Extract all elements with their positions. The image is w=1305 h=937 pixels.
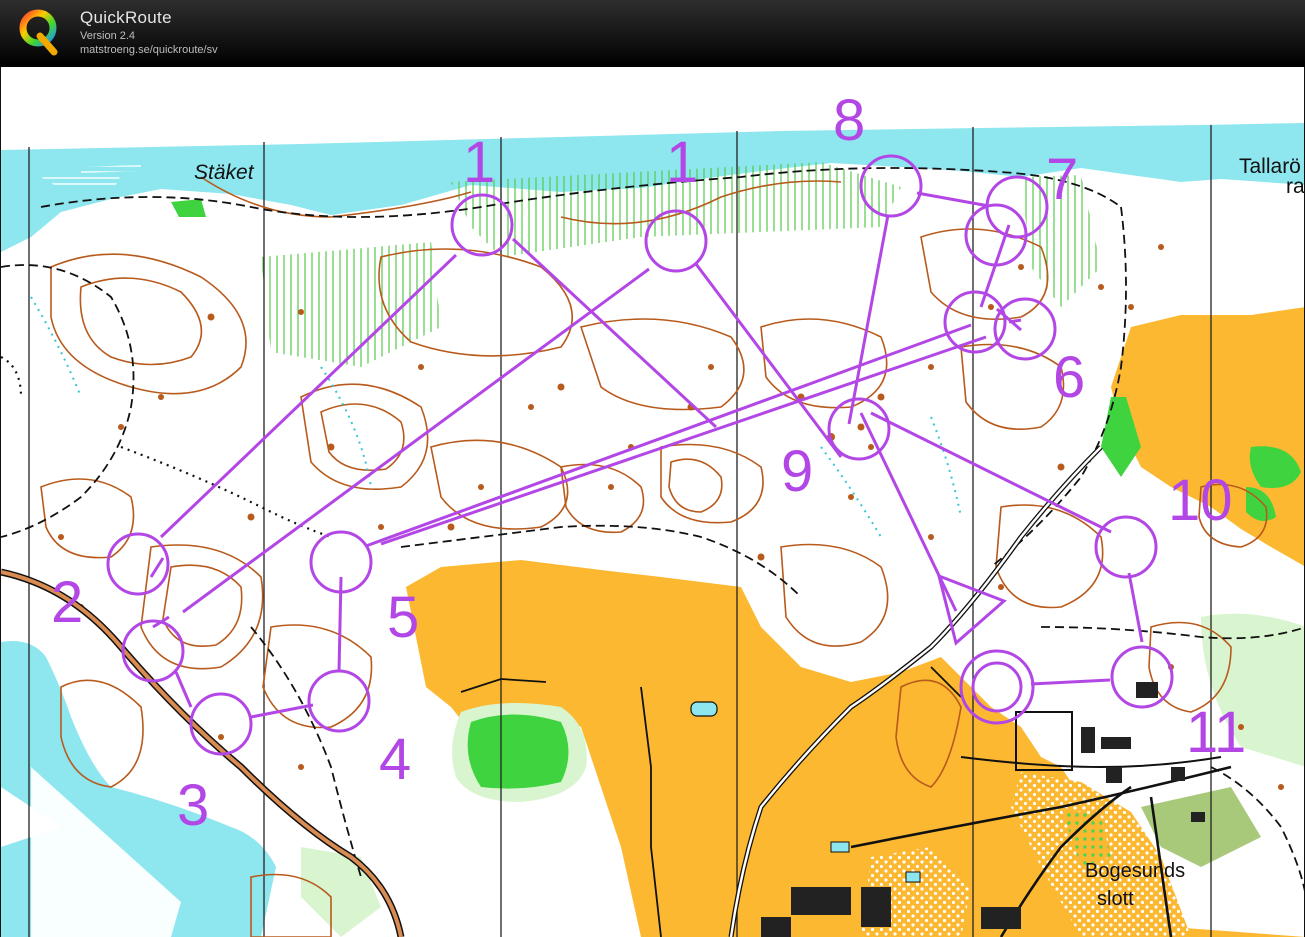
control-circle (189, 692, 253, 756)
finish-circle-inner (971, 661, 1023, 713)
start-triangle (936, 573, 1007, 646)
control-number: 7 (1046, 147, 1078, 212)
control-circle (1094, 515, 1158, 579)
control-number: 1 (463, 130, 495, 195)
control-number: 10 (1168, 468, 1233, 533)
control-number: 5 (387, 585, 419, 650)
app-header: QuickRoute Version 2.4 matstroeng.se/qui… (0, 0, 1305, 67)
control-circle (964, 203, 1028, 267)
control-number: 9 (781, 439, 813, 504)
control-number: 4 (379, 727, 411, 792)
control-number: 2 (51, 570, 83, 635)
control-number: 3 (177, 773, 209, 838)
orienteering-map[interactable]: Stäket Tallarö ra Bogesunds slott 1 1 2 … (0, 67, 1305, 937)
control-number: 8 (833, 88, 865, 153)
app-title: QuickRoute (80, 8, 172, 27)
place-label-staket: Stäket (194, 161, 255, 184)
control-number: 1 (666, 130, 698, 195)
control-circle (121, 619, 185, 683)
control-number: 6 (1053, 345, 1085, 410)
quickroute-logo-icon (19, 9, 58, 56)
app-url[interactable]: matstroeng.se/quickroute/sv (80, 44, 218, 56)
control-number: 11 (1186, 700, 1246, 765)
app-version: Version 2.4 (80, 30, 136, 42)
place-label-bogesunds: Bogesunds (1085, 860, 1185, 882)
map-canvas[interactable]: Stäket Tallarö ra Bogesunds slott 1 1 2 … (1, 67, 1305, 937)
control-circle (307, 669, 371, 733)
place-label-slott: slott (1097, 888, 1134, 910)
place-label-tallaro-suffix: ra (1286, 175, 1305, 198)
